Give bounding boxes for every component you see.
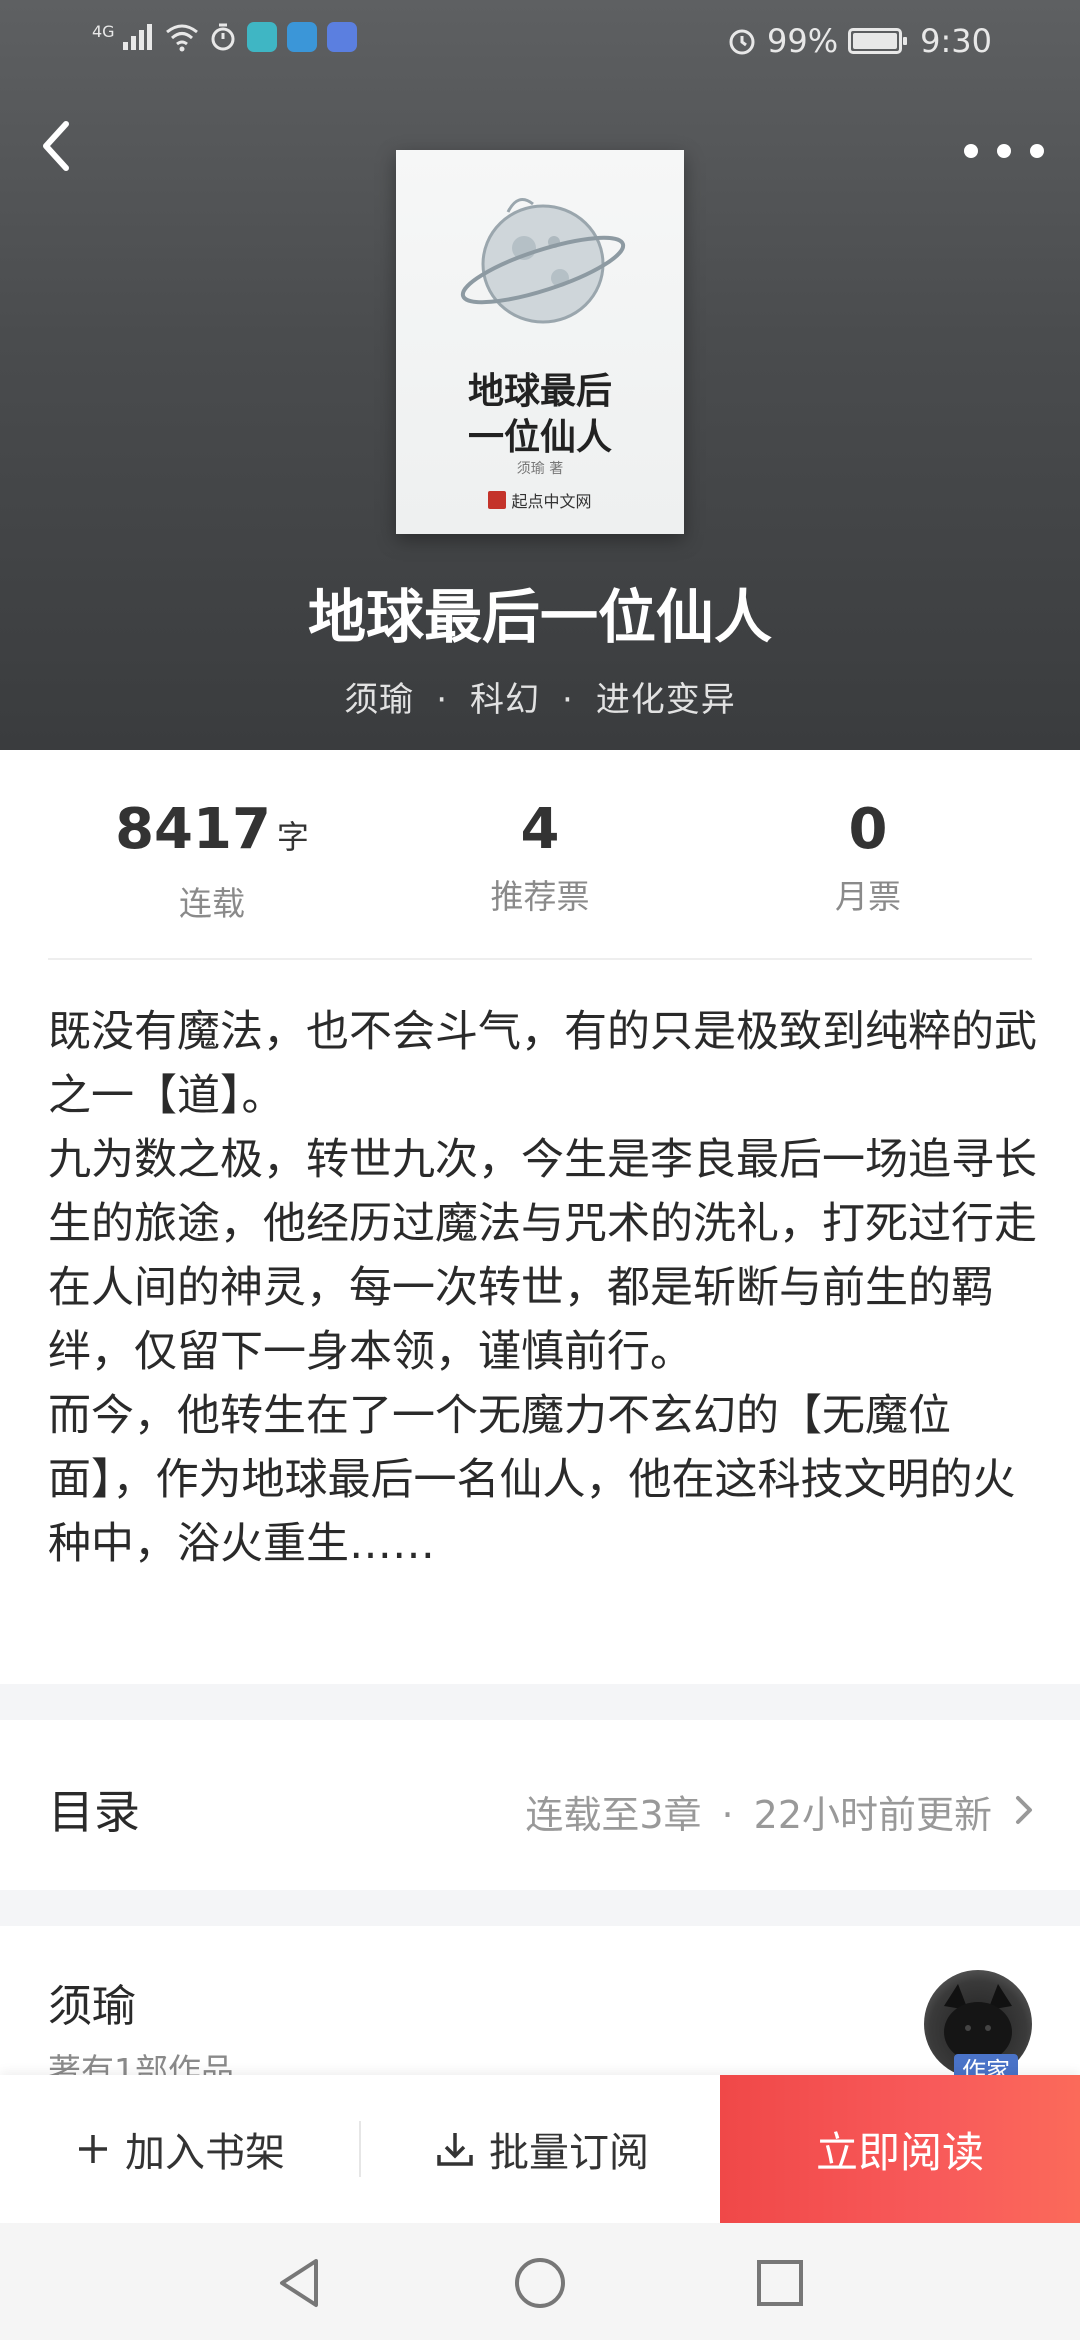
toc-updated: 22小时前更新 — [753, 1793, 992, 1837]
battery-percent: 99% — [767, 22, 839, 60]
section-gap — [0, 1684, 1080, 1720]
book-title: 地球最后一位仙人 — [307, 583, 772, 651]
book-meta: 须瑜 · 科幻 · 进化变异 — [344, 680, 736, 720]
system-nav-bar — [0, 2223, 1080, 2340]
planet-illustration — [460, 198, 626, 324]
clock: 9:30 — [920, 22, 992, 60]
stat-value: 4 — [520, 797, 560, 862]
toc-info: 连载至3章 · 22小时前更新 — [525, 1793, 992, 1837]
book-description[interactable]: 既没有魔法，也不会斗气，有的只是极致到纯粹的武之一【道】。 九为数之极，转世九次… — [48, 1000, 1038, 1576]
book-subcategory[interactable]: 进化变异 — [596, 680, 736, 720]
stat-value: 8417 — [115, 797, 271, 862]
stat-word-count: 8417 字 连载 — [62, 800, 362, 925]
nav-home-icon[interactable] — [510, 2253, 570, 2313]
network-type: 4G — [92, 22, 115, 41]
divider — [359, 2121, 361, 2177]
publisher-logo-icon — [488, 491, 507, 509]
divider — [48, 958, 1032, 960]
add-to-shelf-button[interactable]: 加入书架 — [0, 2075, 360, 2223]
stat-label: 月票 — [835, 877, 901, 916]
stat-recommend-votes[interactable]: 4 推荐票 — [390, 800, 690, 918]
read-now-label: 立即阅读 — [815, 2127, 984, 2177]
nav-recents-icon[interactable] — [750, 2253, 810, 2313]
cover-publisher: 起点中文网 — [396, 488, 684, 512]
music-app-icon — [326, 22, 357, 52]
author-name: 须瑜 — [48, 1981, 136, 2032]
stat-monthly-votes[interactable]: 0 月票 — [718, 800, 1018, 918]
book-cover[interactable]: 地球最后 一位仙人 须瑜 著 起点中文网 — [396, 150, 684, 534]
back-button[interactable] — [38, 116, 88, 186]
plus-icon — [79, 2135, 107, 2163]
more-options-button[interactable] — [964, 126, 1044, 176]
app-notification-icon — [246, 22, 277, 52]
more-dot-icon — [997, 144, 1011, 158]
section-gap — [0, 1890, 1080, 1926]
book-author-link[interactable]: 须瑜 — [344, 680, 414, 720]
timer-icon — [211, 23, 235, 51]
table-of-contents-row[interactable]: 目录 连载至3章 · 22小时前更新 — [0, 1720, 1080, 1890]
stat-label: 连载 — [179, 884, 245, 923]
more-dot-icon — [964, 144, 978, 158]
chevron-left-icon — [43, 121, 69, 171]
battery-icon — [848, 28, 908, 54]
nav-back-icon[interactable] — [270, 2253, 330, 2313]
toc-progress: 连载至3章 — [525, 1793, 702, 1837]
book-header: 4G 99% 9:30 地球最后 一位仙人 须瑜 著 起点中文网 地球最后一位仙… — [0, 0, 1080, 750]
bottom-action-bar: 加入书架 批量订阅 立即阅读 — [0, 2075, 1080, 2223]
stat-label: 推荐票 — [490, 877, 590, 916]
chevron-right-icon — [1016, 1796, 1032, 1824]
stat-value: 0 — [848, 797, 888, 862]
cover-title: 地球最后 一位仙人 — [467, 370, 612, 458]
download-icon — [437, 2133, 473, 2166]
toc-label: 目录 — [48, 1785, 140, 1839]
bulk-subscribe-label: 批量订阅 — [489, 2130, 649, 2176]
read-now-button[interactable]: 立即阅读 — [720, 2075, 1080, 2223]
cover-author: 须瑜 著 — [516, 461, 564, 477]
status-left: 4G — [92, 22, 357, 52]
signal-icon — [122, 24, 152, 50]
status-right: 99% 9:30 — [727, 22, 992, 60]
stat-unit: 字 — [276, 818, 309, 856]
book-stats: 8417 字 连载 4 推荐票 0 月票 — [0, 800, 1080, 924]
more-dot-icon — [1030, 144, 1044, 158]
telegram-icon — [286, 22, 317, 52]
add-to-shelf-label: 加入书架 — [125, 2130, 285, 2176]
book-category[interactable]: 科幻 — [470, 680, 540, 720]
wifi-icon — [165, 24, 198, 52]
bulk-subscribe-button[interactable]: 批量订阅 — [362, 2075, 722, 2223]
alarm-icon — [729, 29, 755, 55]
author-section[interactable]: 须瑜 著有1部作品 作家 — [0, 1926, 1080, 2090]
status-bar: 4G 99% 9:30 — [0, 0, 1080, 84]
